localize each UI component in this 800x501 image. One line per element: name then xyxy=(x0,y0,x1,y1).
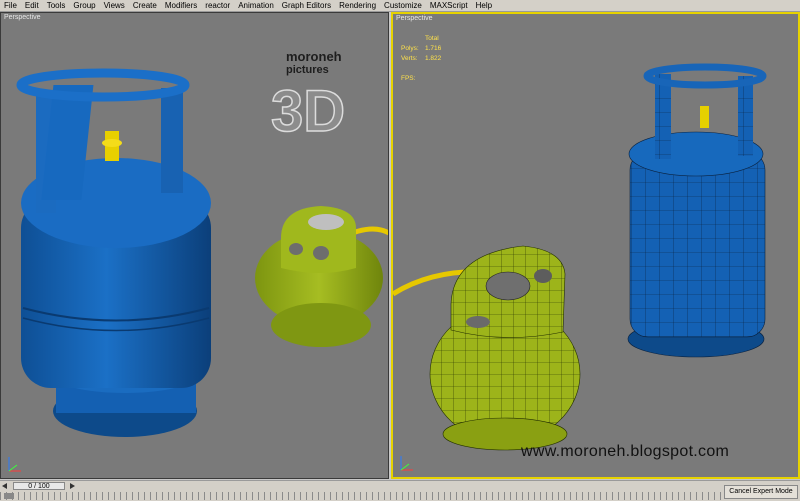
menu-file[interactable]: File xyxy=(0,0,21,11)
right-scene-wireframe xyxy=(393,63,767,451)
menu-customize[interactable]: Customize xyxy=(380,0,426,11)
time-slider[interactable]: 0 / 100 xyxy=(13,482,65,490)
logo-3d: 3D xyxy=(271,79,345,144)
left-scene: moroneh pictures 3D xyxy=(16,49,388,437)
menu-group[interactable]: Group xyxy=(69,0,99,11)
blue-cylinder-wireframe xyxy=(627,63,767,358)
viewport-left[interactable]: Perspective moroneh pictures 3D xyxy=(0,12,389,479)
menu-bar: File Edit Tools Group Views Create Modifiers re… xyxy=(0,0,800,12)
timeline-ticks[interactable] xyxy=(0,492,722,500)
menu-rendering[interactable]: Rendering xyxy=(335,0,380,11)
menu-views[interactable]: Views xyxy=(100,0,129,11)
blue-gas-cylinder xyxy=(16,68,211,437)
time-bar: 0 / 100 xyxy=(0,482,722,490)
menu-edit[interactable]: Edit xyxy=(21,0,43,11)
menu-reactor[interactable]: reactor xyxy=(201,0,234,11)
menu-animation[interactable]: Animation xyxy=(234,0,278,11)
viewport-right-active[interactable]: Perspective Total Polys: 1.716 Verts: 1.82… xyxy=(391,12,800,479)
menu-graph-editors[interactable]: Graph Editors xyxy=(278,0,335,11)
menu-help[interactable]: Help xyxy=(472,0,496,11)
logo-line2: pictures xyxy=(286,64,329,76)
status-bar: 0 / 100 Cancel Expert Mode xyxy=(0,480,800,501)
menu-tools[interactable]: Tools xyxy=(43,0,70,11)
menu-create[interactable]: Create xyxy=(129,0,161,11)
green-cylinder-wireframe xyxy=(393,245,581,451)
track-bar-icon[interactable] xyxy=(4,493,14,499)
axis-gizmo-icon xyxy=(8,457,21,472)
previous-frame-icon[interactable] xyxy=(2,483,7,489)
green-gas-cylinder xyxy=(255,206,388,347)
next-frame-icon[interactable] xyxy=(70,483,75,489)
logo-line1: moroneh xyxy=(286,49,342,64)
menu-modifiers[interactable]: Modifiers xyxy=(161,0,201,11)
axis-gizmo-icon xyxy=(400,456,413,471)
moroneh-logo: moroneh pictures 3D xyxy=(270,49,346,145)
cancel-expert-mode-button[interactable]: Cancel Expert Mode xyxy=(724,485,798,499)
menu-maxscript[interactable]: MAXScript xyxy=(426,0,472,11)
blog-url: www.moroneh.blogspot.com xyxy=(521,443,730,460)
